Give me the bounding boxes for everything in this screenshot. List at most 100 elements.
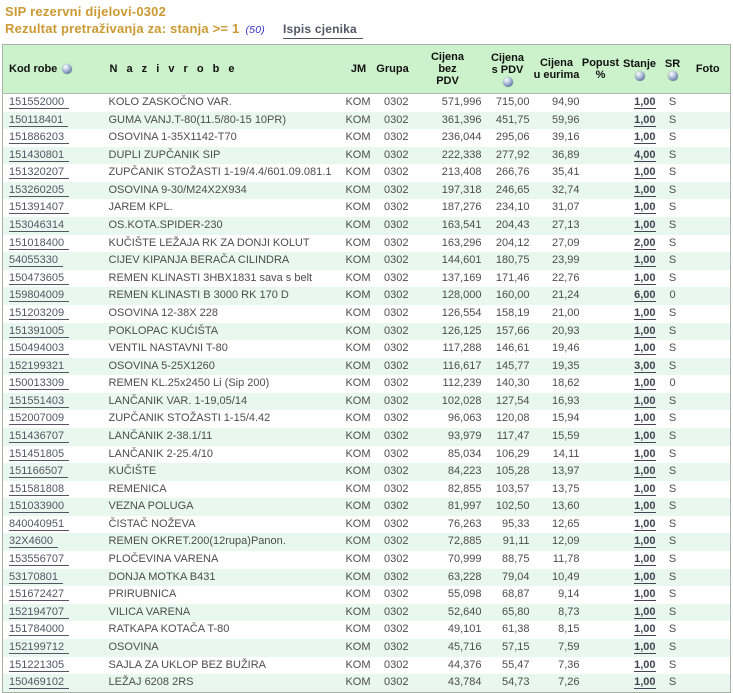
part-code-link[interactable]: 151436707 xyxy=(9,430,70,443)
stock-value-link[interactable]: 1,00 xyxy=(634,412,656,426)
stock-value-link[interactable]: 1,00 xyxy=(634,588,656,602)
photo-cell xyxy=(685,181,731,200)
sort-orb-icon[interactable] xyxy=(502,76,513,87)
table-row: 150469102 LEŽAJ 6208 2RS KOM 0302 43,784 54,7… xyxy=(2,674,731,693)
stock-value-link[interactable]: 1,00 xyxy=(634,535,656,549)
stock-value-link[interactable]: 1,00 xyxy=(634,465,656,479)
part-code-link[interactable]: 151552000 xyxy=(9,96,70,109)
stock-value-link[interactable]: 2,00 xyxy=(634,237,656,250)
part-code-link[interactable]: 150118401 xyxy=(9,114,69,127)
part-code-link[interactable]: 153260205 xyxy=(9,184,70,197)
part-code-link[interactable]: 54055330 xyxy=(9,254,63,268)
col-header-price-eur: Cijena u eurima xyxy=(531,44,582,94)
stock-value-link[interactable]: 1,00 xyxy=(634,571,656,584)
part-name-cell: ZUPČANIK STOŽASTI 1-15/4.42 xyxy=(108,412,271,425)
price-vat-cell: 54,73 xyxy=(483,674,532,693)
part-code-link[interactable]: 153046314 xyxy=(9,219,70,233)
part-code-link[interactable]: 151203209 xyxy=(9,307,70,320)
price-no-vat-cell: 112,239 xyxy=(442,377,482,390)
part-code-link[interactable]: 32X4600 xyxy=(9,535,59,549)
stock-value-link[interactable]: 1,00 xyxy=(634,483,656,496)
part-code-link[interactable]: 151391005 xyxy=(9,325,70,338)
part-code-link[interactable]: 150013309 xyxy=(9,377,70,391)
price-no-vat-cell: 72,885 xyxy=(411,533,484,552)
price-eur-cell: 22,76 xyxy=(551,271,580,284)
part-code-link[interactable]: 151886203 xyxy=(9,131,70,145)
stock-value-link[interactable]: 1,00 xyxy=(634,131,656,145)
part-code-link[interactable]: 153556707 xyxy=(9,553,70,567)
photo-cell xyxy=(686,410,731,428)
stock-value-link[interactable]: 1,00 xyxy=(634,395,656,408)
part-code-link[interactable]: 151166507 xyxy=(9,465,69,479)
part-code-link[interactable]: 151391407 xyxy=(9,201,70,215)
group-cell: 0302 xyxy=(373,287,412,305)
part-code-link[interactable]: 152199712 xyxy=(9,641,70,654)
unit-cell: KOM xyxy=(345,658,371,671)
stock-value-link[interactable]: 4,00 xyxy=(634,149,656,162)
part-code-link[interactable]: 151784000 xyxy=(9,623,70,637)
stock-value-link[interactable]: 1,00 xyxy=(634,114,656,127)
price-eur-cell: 36,89 xyxy=(531,146,582,165)
stock-value-link[interactable]: 1,00 xyxy=(634,553,656,567)
stock-value-link[interactable]: 1,00 xyxy=(634,641,656,654)
part-code-link[interactable]: 151581808 xyxy=(9,483,70,496)
price-vat-cell: 180,75 xyxy=(483,252,532,270)
part-code-link[interactable]: 53170801 xyxy=(9,571,63,584)
stock-value-link[interactable]: 1,00 xyxy=(634,342,656,356)
stock-value-link[interactable]: 1,00 xyxy=(634,272,656,285)
group-cell: 0302 xyxy=(384,166,409,179)
sort-orb-icon[interactable] xyxy=(667,70,678,81)
sr-cell: S xyxy=(668,306,677,319)
part-code-link[interactable]: 151221305 xyxy=(9,659,70,672)
part-code-link[interactable]: 151018400 xyxy=(9,237,70,250)
stock-cell: 1,00 xyxy=(619,533,660,552)
print-pricelist-link[interactable]: Ispis cjenika xyxy=(282,21,363,39)
stock-value-link[interactable]: 1,00 xyxy=(634,448,656,461)
sr-cell: S xyxy=(668,271,677,284)
part-code-link[interactable]: 840040951 xyxy=(9,518,70,531)
stock-value-link[interactable]: 1,00 xyxy=(634,500,656,514)
part-code-link[interactable]: 151430801 xyxy=(9,149,70,162)
stock-value-link[interactable]: 3,00 xyxy=(634,360,656,373)
stock-value-link[interactable]: 1,00 xyxy=(634,219,656,233)
table-row: 151221305 SAJLA ZA UKLOP BEZ BUŽIRA KOM 030… xyxy=(3,657,731,675)
stock-value-link[interactable]: 1,00 xyxy=(634,201,656,215)
stock-value-link[interactable]: 1,00 xyxy=(634,96,656,109)
part-code-link[interactable]: 152199321 xyxy=(9,360,70,373)
sort-orb-icon[interactable] xyxy=(62,64,73,74)
stock-value-link[interactable]: 1,00 xyxy=(634,254,656,268)
part-code-link[interactable]: 150494003 xyxy=(9,342,70,356)
stock-value-link[interactable]: 1,00 xyxy=(634,606,656,619)
stock-value-link[interactable]: 1,00 xyxy=(634,307,656,320)
stock-value-link[interactable]: 1,00 xyxy=(634,325,656,338)
table-row: 153556707 PLOČEVINA VARENA KOM 0302 70,999 88… xyxy=(3,551,731,569)
stock-value-link[interactable]: 1,00 xyxy=(634,659,656,672)
stock-value-link[interactable]: 1,00 xyxy=(634,518,656,531)
unit-cell: KOM xyxy=(345,306,371,319)
part-code-link[interactable]: 159804009 xyxy=(9,289,70,303)
part-code-link[interactable]: 151551403 xyxy=(9,395,70,408)
group-cell: 0302 xyxy=(373,533,412,552)
stock-value-link[interactable]: 1,00 xyxy=(634,623,656,637)
part-code-link[interactable]: 152007009 xyxy=(9,412,70,426)
sort-orb-icon[interactable] xyxy=(634,70,645,81)
part-code-link[interactable]: 150469102 xyxy=(9,676,70,690)
part-code-link[interactable]: 152194707 xyxy=(9,606,70,619)
photo-cell xyxy=(686,586,731,604)
part-name-cell: KUČIŠTE LEŽAJA RK ZA DONJI KOLUT xyxy=(108,236,310,249)
stock-value-link[interactable]: 1,00 xyxy=(634,377,656,391)
stock-value-link[interactable]: 1,00 xyxy=(634,184,656,197)
stock-value-link[interactable]: 6,00 xyxy=(634,289,656,303)
price-no-vat-cell: 144,601 xyxy=(411,252,484,270)
price-no-vat-cell: 81,997 xyxy=(411,498,484,516)
part-code-link[interactable]: 151672427 xyxy=(9,588,70,602)
part-code-link[interactable]: 151320207 xyxy=(9,166,70,180)
part-code-link[interactable]: 151451805 xyxy=(9,448,70,461)
stock-value-link[interactable]: 1,00 xyxy=(634,676,656,690)
stock-value-link[interactable]: 1,00 xyxy=(634,430,656,443)
sr-cell: S xyxy=(668,131,677,144)
part-code-link[interactable]: 150473605 xyxy=(9,272,70,285)
unit-cell: KOM xyxy=(343,603,374,622)
stock-value-link[interactable]: 1,00 xyxy=(634,166,656,180)
part-code-link[interactable]: 151033900 xyxy=(9,500,70,514)
